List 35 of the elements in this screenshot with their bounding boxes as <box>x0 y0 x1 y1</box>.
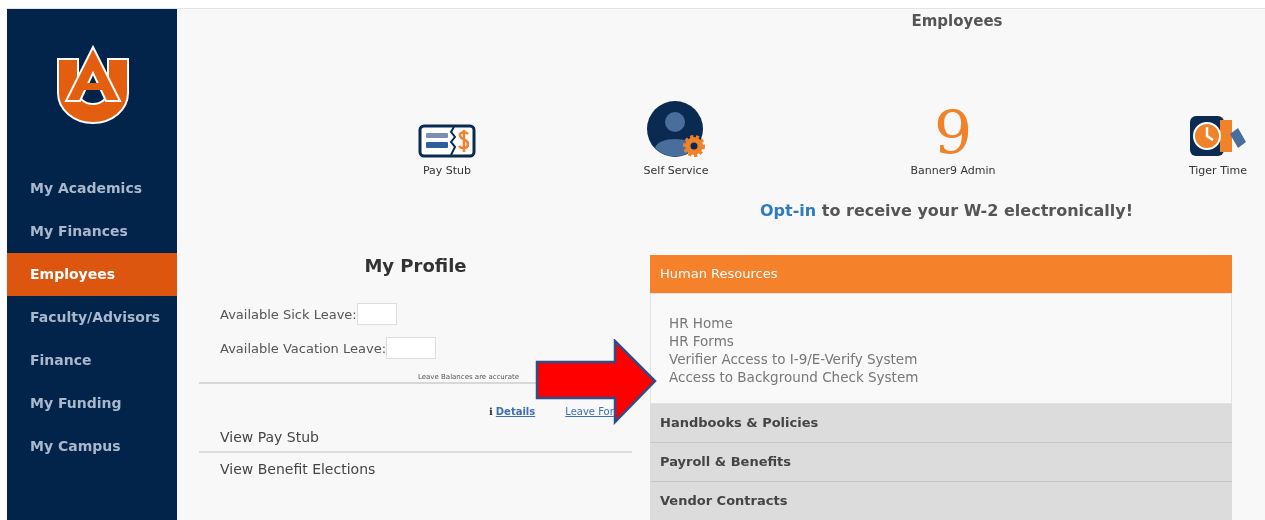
app-tile[interactable]: 9 Banner9 Admin <box>805 100 1101 177</box>
info-icon: ℹ <box>489 406 493 417</box>
profile-heading: My Profile <box>363 255 468 276</box>
section-header[interactable]: Handbooks & Policies <box>650 404 1232 443</box>
time-clock-icon <box>1188 114 1248 158</box>
field-label: Available Vacation Leave: <box>220 340 387 356</box>
app-tile[interactable]: Self Service <box>547 100 805 177</box>
optin-link[interactable]: Opt-in <box>760 201 817 220</box>
sidebar-item[interactable]: Finance <box>7 339 177 382</box>
app-tile[interactable]: Tiger Time <box>1171 100 1265 177</box>
sidebar-item[interactable]: My Finances <box>7 210 177 253</box>
profile-action[interactable]: View Pay Stub <box>199 421 632 453</box>
field-label: Available Sick Leave: <box>220 306 357 322</box>
section-link[interactable]: HR Forms <box>669 332 734 350</box>
section-link[interactable]: Verifier Access to I-9/E-Verify System <box>669 350 918 368</box>
app-tile[interactable]: Pay Stub <box>347 100 547 177</box>
user-settings-icon <box>646 100 706 158</box>
sidebar-item[interactable]: My Funding <box>7 382 177 425</box>
input-field[interactable] <box>356 303 397 325</box>
section-link[interactable]: HR Home <box>669 314 733 332</box>
page-title: Employees <box>910 12 1004 30</box>
sidebar-item[interactable]: Employees <box>7 253 177 296</box>
optin-message: Opt-in to receive your W-2 electronically! <box>760 201 1133 220</box>
pay-check-icon <box>418 124 476 158</box>
sidebar-item[interactable]: My Academics <box>7 167 177 210</box>
profile-action[interactable]: View Benefit Elections <box>199 453 632 483</box>
profile-link[interactable]: Leave For <box>565 406 614 417</box>
section-header[interactable]: Vendor Contracts <box>650 482 1232 520</box>
section-header[interactable]: Payroll & Benefits <box>650 443 1232 482</box>
profile-link[interactable]: Details <box>495 406 536 417</box>
input-field[interactable] <box>386 337 437 359</box>
sidebar-item[interactable]: My Campus <box>7 425 177 468</box>
section-link[interactable]: Access to Background Check System <box>669 368 919 386</box>
sidebar-item[interactable]: Faculty/Advisors <box>7 296 177 339</box>
banner-nine-icon: 9 <box>933 102 973 164</box>
